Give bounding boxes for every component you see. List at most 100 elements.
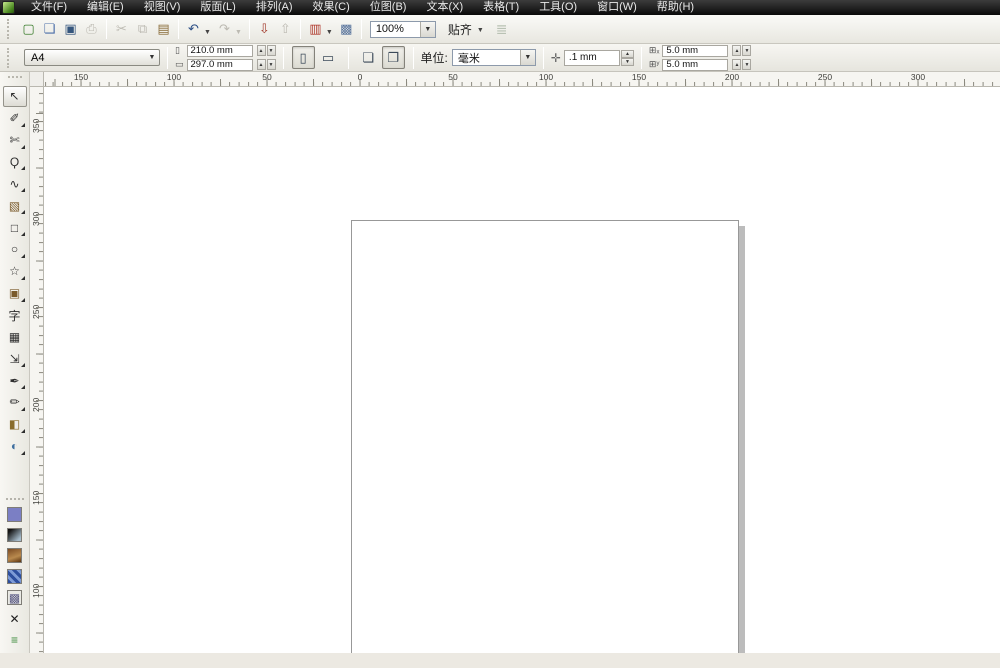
redo-icon[interactable]: ↷: [214, 19, 235, 40]
current-page-layout-button[interactable]: ❐: [382, 46, 405, 69]
cut-icon[interactable]: ✂: [111, 19, 132, 40]
zoom-level-value: 100%: [371, 23, 420, 35]
vertical-ruler[interactable]: 350300250200150100: [30, 87, 44, 653]
menu-item[interactable]: 视图(V): [134, 0, 191, 15]
duplicate-x-field[interactable]: 5.0 mm: [662, 45, 728, 57]
undo-icon[interactable]: ↶: [183, 19, 204, 40]
nudge-distance-field[interactable]: .1 mm: [564, 50, 620, 66]
menu-item[interactable]: 排列(A): [246, 0, 303, 15]
document-page[interactable]: [351, 220, 739, 653]
toolbar-separator: [249, 19, 250, 39]
units-combo[interactable]: 毫米 ▼: [452, 49, 536, 66]
menu-item[interactable]: 文本(X): [416, 0, 473, 15]
h-ruler-label: 100: [539, 72, 553, 82]
toolbox-separator[interactable]: [6, 498, 24, 500]
open-icon[interactable]: ❏: [39, 19, 60, 40]
menu-item[interactable]: 位图(B): [360, 0, 417, 15]
paper-height-icon: ▭: [175, 59, 184, 70]
freehand-tool[interactable]: ∿: [3, 173, 27, 194]
redo-icon-dropdown[interactable]: ▼: [235, 29, 242, 36]
app-launcher-icon-dropdown[interactable]: ▼: [326, 29, 333, 36]
fill-tool[interactable]: ◧: [3, 414, 27, 435]
v-ruler-label: 300: [31, 212, 41, 226]
menu-item[interactable]: 文件(F): [21, 0, 77, 15]
drawing-canvas[interactable]: [44, 87, 1000, 653]
menu-item[interactable]: 帮助(H): [647, 0, 704, 15]
new-document-icon[interactable]: ▢: [18, 19, 39, 40]
menu-item[interactable]: 编辑(E): [77, 0, 134, 15]
export-icon[interactable]: ⇧: [275, 19, 296, 40]
crop-tool[interactable]: ✄: [3, 130, 27, 151]
fountain-fill-swatch[interactable]: [7, 528, 22, 543]
import-icon[interactable]: ⇩: [254, 19, 275, 40]
smart-fill-tool[interactable]: ▧: [3, 195, 27, 216]
h-ruler-label: 200: [725, 72, 739, 82]
portrait-orientation-button[interactable]: ▯: [292, 46, 315, 69]
paste-icon[interactable]: ▤: [153, 19, 174, 40]
polygon-tool[interactable]: ☆: [3, 261, 27, 282]
color-docker-icon[interactable]: ≡: [7, 632, 22, 647]
interactive-fill-tool[interactable]: ◐: [3, 436, 27, 457]
horizontal-ruler[interactable]: 15010050050100150200250300350: [44, 72, 1000, 87]
zoom-tool[interactable]: Ϙ: [3, 152, 27, 173]
pattern-fill-swatch[interactable]: [7, 569, 22, 584]
eyedropper-tool[interactable]: ✒: [3, 370, 27, 391]
v-ruler-label: 200: [31, 398, 41, 412]
menu-item[interactable]: 版面(L): [190, 0, 245, 15]
copy-icon[interactable]: ⧉: [132, 19, 153, 40]
toolbar-separator: [178, 19, 179, 39]
basic-shapes-tool[interactable]: ▣: [3, 283, 27, 304]
shape-tool[interactable]: ✐: [3, 108, 27, 129]
rectangle-tool[interactable]: □: [3, 217, 27, 238]
separator: [413, 47, 414, 69]
toolbar-grip[interactable]: [7, 19, 11, 39]
app-launcher-icon[interactable]: ▥: [305, 19, 326, 40]
all-pages-layout-button[interactable]: ❏: [357, 46, 380, 69]
nudge-stepper[interactable]: ▲▼: [621, 50, 634, 66]
ruler-origin-corner[interactable]: [30, 72, 44, 87]
landscape-orientation-button[interactable]: ▭: [317, 46, 340, 69]
options-icon[interactable]: ≣: [496, 21, 508, 38]
menu-item[interactable]: 窗口(W): [587, 0, 647, 15]
text-tool[interactable]: 字: [3, 305, 27, 326]
uniform-fill-swatch[interactable]: [7, 507, 22, 522]
menu-bar-items: 文件(F)编辑(E)视图(V)版面(L)排列(A)效果(C)位图(B)文本(X)…: [21, 0, 704, 15]
separator: [543, 47, 544, 69]
h-ruler-label: 50: [262, 72, 271, 82]
snap-to-dropdown[interactable]: 贴齐 ▼: [448, 21, 484, 38]
duplicate-y-stepper[interactable]: ▲▼: [731, 59, 751, 70]
chevron-down-icon[interactable]: ▼: [420, 22, 435, 37]
outline-pen-tool[interactable]: ✏: [3, 392, 27, 413]
toolbar-separator: [361, 19, 362, 39]
zoom-level-combo[interactable]: 100% ▼: [370, 21, 436, 38]
table-tool[interactable]: ▦: [3, 326, 27, 347]
paper-width-stepper[interactable]: ▲▼: [256, 45, 276, 56]
ellipse-tool[interactable]: ○: [3, 239, 27, 260]
paper-height-field[interactable]: 297.0 mm: [187, 59, 253, 71]
paper-width-field[interactable]: 210.0 mm: [187, 45, 253, 57]
save-icon[interactable]: ▣: [60, 19, 81, 40]
texture-fill-swatch[interactable]: [7, 548, 22, 563]
duplicate-y-icon: ⊞ʸ: [649, 59, 660, 70]
postscript-fill-swatch[interactable]: ▩: [7, 590, 22, 605]
toolbar-grip[interactable]: [7, 48, 11, 68]
no-fill-icon[interactable]: ✕: [7, 611, 22, 626]
property-bar: A4 ▼ ▯ 210.0 mm ▲▼ ▭ 297.0 mm ▲▼ ▯ ▭ ❏ ❐…: [0, 44, 1000, 72]
menu-item[interactable]: 效果(C): [303, 0, 360, 15]
dimension-tool[interactable]: ⇲: [3, 348, 27, 369]
paper-height-stepper[interactable]: ▲▼: [256, 59, 276, 70]
duplicate-y-field[interactable]: 5.0 mm: [662, 59, 728, 71]
toolbox-grip[interactable]: [8, 76, 22, 78]
undo-icon-dropdown[interactable]: ▼: [204, 29, 211, 36]
pick-tool[interactable]: ↖: [3, 86, 27, 107]
menu-item[interactable]: 表格(T): [473, 0, 529, 15]
duplicate-x-stepper[interactable]: ▲▼: [731, 45, 751, 56]
menu-item[interactable]: 工具(O): [529, 0, 587, 15]
toolbox: ↖✐✄Ϙ∿▧□○☆▣字▦⇲✒✏◧◐ ▩ ✕ ≡: [0, 72, 30, 653]
menu-bar: 文件(F)编辑(E)视图(V)版面(L)排列(A)效果(C)位图(B)文本(X)…: [0, 0, 1000, 15]
units-value: 毫米: [453, 50, 520, 66]
paper-preset-combo[interactable]: A4 ▼: [24, 49, 160, 66]
welcome-screen-icon[interactable]: ▩: [336, 19, 357, 40]
print-icon[interactable]: ⎙: [81, 19, 102, 40]
v-ruler-label: 100: [31, 584, 41, 598]
